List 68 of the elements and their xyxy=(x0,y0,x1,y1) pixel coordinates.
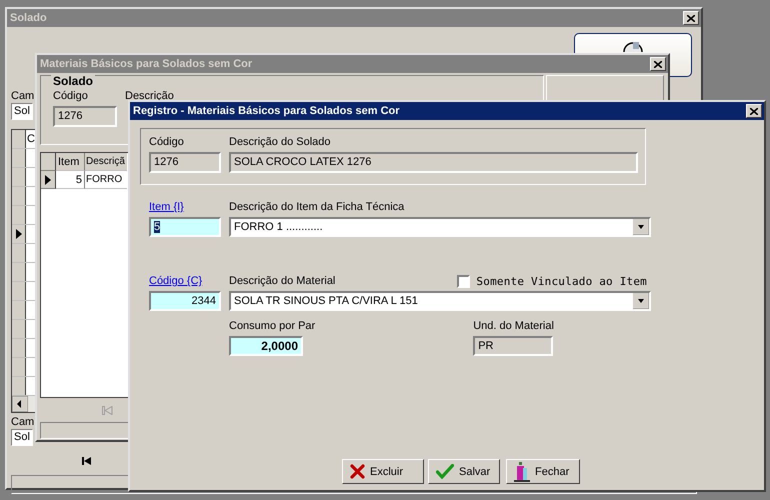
close-button[interactable]: Fechar xyxy=(506,459,580,484)
item-field[interactable]: 5 xyxy=(149,217,221,237)
code-field: 1276 xyxy=(149,152,221,173)
code-field: 1276 xyxy=(53,106,117,127)
row-header[interactable] xyxy=(12,301,26,319)
close-button[interactable] xyxy=(746,104,762,118)
window-title: Registro - Materiais Básicos para Solados sem Cor xyxy=(133,105,400,117)
first-record-icon[interactable] xyxy=(82,457,92,465)
code-link[interactable]: Código {C} xyxy=(149,275,221,288)
table-cell: 5 xyxy=(56,171,85,189)
group-title: Solado xyxy=(51,74,96,88)
row-header[interactable] xyxy=(12,282,26,300)
row-pointer-icon xyxy=(45,174,51,184)
close-icon xyxy=(654,60,662,68)
material-description-dropdown[interactable]: SOLA TR SINOUS PTA C/VIRA L 151 xyxy=(229,291,651,311)
column-header: Item xyxy=(56,153,85,171)
item-value: 5 xyxy=(154,221,160,233)
field-label: Cam xyxy=(11,90,34,103)
close-icon xyxy=(750,108,758,114)
dropdown-arrow-icon xyxy=(633,219,649,235)
item-description-dropdown[interactable]: FORRO 1 ............ xyxy=(229,217,651,237)
delete-button[interactable]: Excluir xyxy=(342,459,424,484)
row-header[interactable] xyxy=(12,358,26,376)
dropdown-arrow-icon xyxy=(633,293,649,309)
window-title: Solado xyxy=(10,12,47,24)
field-label: Consumo por Par xyxy=(229,320,316,333)
field-label: Descrição do Material xyxy=(229,275,336,288)
row-header[interactable] xyxy=(12,377,26,395)
field-label: Descrição xyxy=(125,90,174,103)
door-icon xyxy=(514,462,530,482)
close-button[interactable] xyxy=(683,11,699,25)
table-cell: FORRO xyxy=(85,171,127,189)
unit-field: PR xyxy=(473,336,554,356)
x-icon xyxy=(350,464,365,479)
row-header[interactable] xyxy=(12,149,26,167)
row-header[interactable] xyxy=(12,244,26,262)
close-icon xyxy=(687,14,695,22)
checkbox[interactable] xyxy=(457,275,470,288)
field-label: Código xyxy=(53,90,89,103)
scroll-left-icon[interactable] xyxy=(12,396,28,412)
row-header[interactable] xyxy=(41,171,56,189)
item-link[interactable]: Item {I} xyxy=(149,201,221,214)
save-button[interactable]: Salvar xyxy=(428,459,500,484)
row-header[interactable] xyxy=(12,187,26,205)
first-record-icon xyxy=(102,406,113,414)
checkbox-label: Somente Vinculado ao Item xyxy=(476,275,647,288)
input-field[interactable]: Sol xyxy=(11,429,33,446)
row-header[interactable] xyxy=(12,320,26,338)
row-header[interactable] xyxy=(12,206,26,224)
check-icon xyxy=(436,464,454,479)
description-field: SOLA CROCO LATEX 1276 xyxy=(229,152,638,173)
input-field[interactable]: Sol xyxy=(11,103,33,120)
field-label: Und. do Material xyxy=(473,320,554,333)
field-label: Descrição do Solado xyxy=(229,136,332,149)
field-label: Código xyxy=(149,136,185,149)
column-header: Descriçã xyxy=(85,153,127,171)
row-header[interactable] xyxy=(12,263,26,281)
row-header[interactable] xyxy=(12,168,26,186)
field-label: Descrição do Item da Ficha Técnica xyxy=(229,201,406,214)
material-code-field[interactable]: 2344 xyxy=(149,291,221,311)
consumption-field[interactable]: 2,0000 xyxy=(229,336,303,356)
close-button[interactable] xyxy=(650,57,666,71)
window-title: Materiais Básicos para Solados sem Cor xyxy=(40,58,252,70)
column-header: C xyxy=(26,132,35,147)
field-label: Cam xyxy=(11,416,34,429)
row-header[interactable] xyxy=(12,225,26,243)
row-header[interactable] xyxy=(12,339,26,357)
row-pointer-icon xyxy=(16,229,22,239)
